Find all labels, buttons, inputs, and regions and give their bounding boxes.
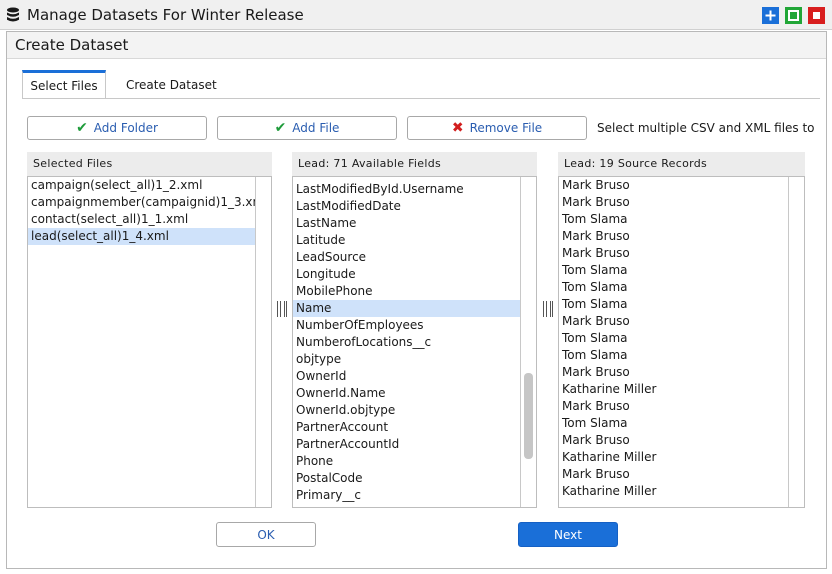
selected-files-header: Selected Files — [27, 152, 272, 176]
record-list-item[interactable]: Mark Bruso — [559, 313, 789, 330]
file-list-item[interactable]: campaignmember(campaignid)1_3.xml — [28, 194, 256, 211]
records-list: Mark Bruso Mark Bruso Tom Slama Mark Bruso M… — [559, 177, 789, 507]
add-file-label: Add File — [292, 121, 340, 135]
record-list-item[interactable]: Tom Slama — [559, 279, 789, 296]
add-folder-label: Add Folder — [93, 121, 158, 135]
fields-list: LastModifiedById.Username LastModifiedDat… — [293, 181, 521, 507]
records-scrollbar[interactable] — [788, 177, 804, 507]
field-list-item[interactable]: LastModifiedDate — [293, 198, 521, 215]
remove-file-label: Remove File — [469, 121, 543, 135]
close-icon[interactable] — [808, 7, 825, 24]
field-list-item[interactable]: NumberofLocations__c — [293, 334, 521, 351]
file-list-item[interactable]: contact(select_all)1_1.xml — [28, 211, 256, 228]
add-file-button[interactable]: ✔ Add File — [217, 116, 397, 140]
selected-files-panel: campaign(select_all)1_2.xml campaignmembe… — [27, 176, 272, 508]
record-list-item[interactable]: Mark Bruso — [559, 194, 789, 211]
record-list-item[interactable]: Mark Bruso — [559, 466, 789, 483]
ok-button[interactable]: OK — [216, 522, 316, 547]
fields-panel: LastModifiedById.Username LastModifiedDat… — [292, 176, 537, 508]
record-list-item[interactable]: Katharine Miller — [559, 483, 789, 500]
check-icon: ✔ — [76, 120, 88, 136]
field-list-item[interactable]: LastName — [293, 215, 521, 232]
records-panel: Mark Bruso Mark Bruso Tom Slama Mark Bruso M… — [558, 176, 805, 508]
field-list-item[interactable]: objtype — [293, 351, 521, 368]
dialog-title: Create Dataset — [15, 36, 129, 54]
file-list-item[interactable]: campaign(select_all)1_2.xml — [28, 177, 256, 194]
record-list-item[interactable]: Tom Slama — [559, 347, 789, 364]
record-list-item[interactable]: Katharine Miller — [559, 449, 789, 466]
record-list-item[interactable]: Tom Slama — [559, 415, 789, 432]
field-list-item[interactable]: Latitude — [293, 232, 521, 249]
add-folder-button[interactable]: ✔ Add Folder — [27, 116, 207, 140]
file-list-item[interactable]: lead(select_all)1_4.xml — [28, 228, 256, 245]
record-list-item[interactable]: Mark Bruso — [559, 398, 789, 415]
fields-scroll-thumb[interactable] — [524, 373, 533, 459]
create-dataset-dialog: Create Dataset Select Files Create Datas… — [6, 31, 827, 569]
field-list-item[interactable]: OwnerId — [293, 368, 521, 385]
remove-file-button[interactable]: ✖ Remove File — [407, 116, 587, 140]
check-icon: ✔ — [274, 120, 287, 136]
field-list-item[interactable]: Phone — [293, 453, 521, 470]
record-list-item[interactable]: Tom Slama — [559, 330, 789, 347]
record-list-item[interactable]: Katharine Miller — [559, 381, 789, 398]
field-list-item[interactable]: OwnerId.Name — [293, 385, 521, 402]
tab-divider — [22, 98, 820, 99]
record-list-item[interactable]: Tom Slama — [559, 211, 789, 228]
field-list-item[interactable]: Name — [293, 300, 521, 317]
splitter-handle-left[interactable] — [277, 301, 287, 317]
x-icon: ✖ — [451, 120, 464, 136]
field-list-item[interactable]: LastModifiedById.Username — [293, 181, 521, 198]
field-list-item[interactable]: Longitude — [293, 266, 521, 283]
records-header: Lead: 19 Source Records — [558, 152, 805, 176]
maximize-icon[interactable] — [762, 7, 779, 24]
database-icon — [7, 7, 19, 22]
record-list-item[interactable]: Mark Bruso — [559, 177, 789, 194]
field-list-item[interactable]: LeadSource — [293, 249, 521, 266]
selected-files-scrollbar[interactable] — [255, 177, 271, 507]
splitter-handle-right[interactable] — [543, 301, 553, 317]
record-list-item[interactable]: Tom Slama — [559, 296, 789, 313]
field-list-item[interactable]: PartnerAccountId — [293, 436, 521, 453]
tab-select-files[interactable]: Select Files — [22, 70, 106, 99]
field-list-item[interactable]: OwnerId.objtype — [293, 402, 521, 419]
record-list-item[interactable]: Mark Bruso — [559, 245, 789, 262]
next-button[interactable]: Next — [518, 522, 618, 547]
restore-icon[interactable] — [785, 7, 802, 24]
dialog-header: Create Dataset — [7, 32, 826, 59]
record-list-item[interactable]: Mark Bruso — [559, 432, 789, 449]
fields-scrollbar[interactable] — [520, 177, 536, 507]
window-title: Manage Datasets For Winter Release — [27, 6, 304, 24]
tab-create-dataset[interactable]: Create Dataset — [126, 70, 226, 99]
field-list-item[interactable]: PartnerAccount — [293, 419, 521, 436]
record-list-item[interactable]: Mark Bruso — [559, 228, 789, 245]
selected-files-list: campaign(select_all)1_2.xml campaignmembe… — [28, 177, 256, 507]
toolbar-hint: Select multiple CSV and XML files to — [597, 121, 815, 135]
record-list-item[interactable]: Tom Slama — [559, 262, 789, 279]
field-list-item[interactable]: Primary__c — [293, 487, 521, 504]
window-titlebar: Manage Datasets For Winter Release — [0, 0, 832, 30]
field-list-item[interactable]: PostalCode — [293, 470, 521, 487]
field-list-item[interactable]: NumberOfEmployees — [293, 317, 521, 334]
field-list-item[interactable]: MobilePhone — [293, 283, 521, 300]
fields-header: Lead: 71 Available Fields — [292, 152, 537, 176]
record-list-item[interactable]: Mark Bruso — [559, 364, 789, 381]
